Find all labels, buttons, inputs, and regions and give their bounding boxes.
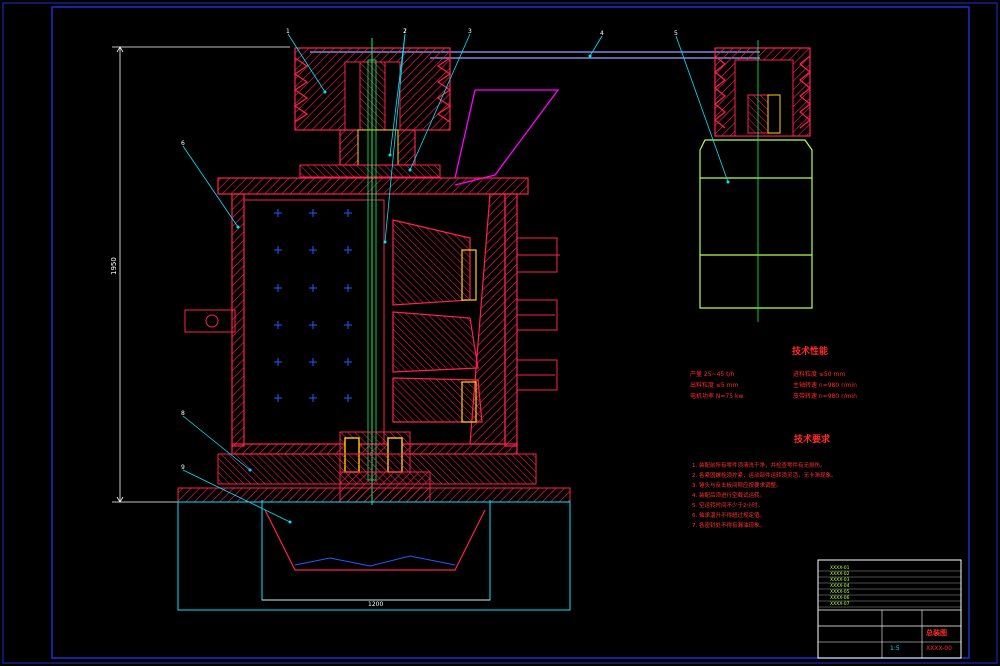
leader-dot <box>588 54 592 58</box>
performance-row: 出料粒度 ≤5 mm <box>690 382 739 389</box>
bolt-mark <box>274 209 282 217</box>
bolt-mark <box>344 358 352 366</box>
bolt-mark <box>309 246 317 254</box>
leader-line <box>589 35 603 57</box>
base-width-label: 1200 <box>368 601 383 608</box>
inspection-door <box>184 309 236 333</box>
requirement-item: 2. 各紧固螺栓须拧紧，运动部件运转须灵活，无卡滞现象。 <box>692 473 837 479</box>
height-dimension <box>112 46 290 503</box>
leader-dot <box>288 520 292 524</box>
balloon-number: 7 <box>403 28 407 35</box>
bolt-mark <box>344 246 352 254</box>
height-dimension-label: 1950 <box>110 257 118 275</box>
requirement-item: 7. 各密封处不得有漏油现象。 <box>692 523 765 529</box>
performance-row: 主轴转速 n=980 r/min <box>793 382 857 389</box>
base-frame <box>177 453 571 503</box>
balloon-number: 6 <box>181 140 185 147</box>
balloon-number: 3 <box>468 28 472 35</box>
bolt-mark <box>309 284 317 292</box>
motor-pulley <box>714 47 811 137</box>
bolt-mark <box>309 209 317 217</box>
leader-dot <box>323 90 327 94</box>
leader-dot <box>383 240 387 244</box>
parts-list-item: XXXX-07 <box>830 601 850 607</box>
tech-performance-heading: 技术性能 <box>791 347 828 357</box>
bolt-mark <box>274 394 282 402</box>
bolt-mark <box>344 209 352 217</box>
bolt-mark <box>344 284 352 292</box>
bolt-mark <box>274 321 282 329</box>
parts-list-item: XXXX-03 <box>830 577 850 583</box>
drawing-code: XXXX-00 <box>926 645 952 652</box>
cad-drawing: 1950 1200 1 2 3 4 56789 XXXX-01XXXX-02XX… <box>2 2 998 664</box>
feed-chute <box>454 89 560 186</box>
parts-list: XXXX-01XXXX-02XXXX-03XXXX-04XXXX-05XXXX-… <box>818 565 961 608</box>
requirement-item: 1. 装配前所有零件须清洗干净，并检查零件有无损伤。 <box>692 463 826 469</box>
tech-requirements-heading: 技术要求 <box>793 435 830 445</box>
requirement-item: 4. 装配后须进行空载试运转。 <box>692 493 765 499</box>
bolt-mark <box>344 321 352 329</box>
performance-row: 皮带转速 n=980 r/min <box>793 393 857 400</box>
tech-performance-rows: 产量 25~45 t/h 进料粒度 ≤50 mm 出料粒度 ≤5 mm 主轴转速 n=… <box>690 369 890 400</box>
balloon-number: 9 <box>181 464 185 471</box>
leader-dot <box>388 153 392 157</box>
tech-requirements: 技术要求 1. 装配前所有零件须清洗干净，并检查零件有无损伤。 2. 各紧固螺栓须… <box>692 432 902 531</box>
impact-plates <box>392 193 506 445</box>
bolt-mark <box>274 246 282 254</box>
tech-performance: 技术性能 产量 25~45 t/h 进料粒度 ≤50 mm 出料粒度 ≤5 mm 主轴… <box>690 344 890 400</box>
bolt-mark <box>344 394 352 402</box>
balloon-number: 8 <box>181 410 185 417</box>
parts-list-item: XXXX-06 <box>830 595 850 601</box>
leader-dot <box>248 468 252 472</box>
performance-row: 电机功率 N=75 kw <box>690 393 744 400</box>
bolt-mark <box>309 321 317 329</box>
balloon-number: 5 <box>674 30 678 37</box>
leader-dot <box>408 168 412 172</box>
requirement-item: 3. 锤头与反击板间隙应按要求调整。 <box>692 483 782 489</box>
parts-list-item: XXXX-04 <box>830 583 850 589</box>
lining-bolts <box>274 209 352 402</box>
parts-list-item: XXXX-01 <box>830 565 850 571</box>
bolt-mark <box>309 358 317 366</box>
balloon-number: 1 <box>286 28 290 35</box>
leader-dot <box>726 180 730 184</box>
parts-list-item: XXXX-02 <box>830 571 850 577</box>
bolt-mark <box>309 394 317 402</box>
parts-list-item: XXXX-05 <box>830 589 850 595</box>
drawing-scale: 1:5 <box>890 645 900 652</box>
bolt-mark <box>274 284 282 292</box>
tech-requirements-list: 1. 装配前所有零件须清洗干净，并检查零件有无损伤。 2. 各紧固螺栓须拧紧，运动… <box>692 461 902 531</box>
requirement-item: 5. 空运转时间不少于2小时。 <box>692 503 763 509</box>
performance-row: 进料粒度 ≤50 mm <box>793 371 846 378</box>
motor <box>699 139 813 309</box>
drawing-name: 总装图 <box>926 629 947 637</box>
leader-dot <box>236 225 240 229</box>
foundation-pit <box>177 500 571 611</box>
drawing-canvas: 1950 1200 1 2 3 4 5 6 7 8 9 XXXX-01 XXXX… <box>0 0 1000 666</box>
title-block: XXXX-01XXXX-02XXXX-03XXXX-04XXXX-05XXXX-… <box>817 559 962 659</box>
performance-row: 产量 25~45 t/h <box>690 371 735 378</box>
bolt-mark <box>274 358 282 366</box>
adjusting-bolts <box>516 237 560 391</box>
balloon-number: 4 <box>600 30 604 37</box>
requirement-item: 6. 轴承温升不得超过规定值。 <box>692 513 765 519</box>
